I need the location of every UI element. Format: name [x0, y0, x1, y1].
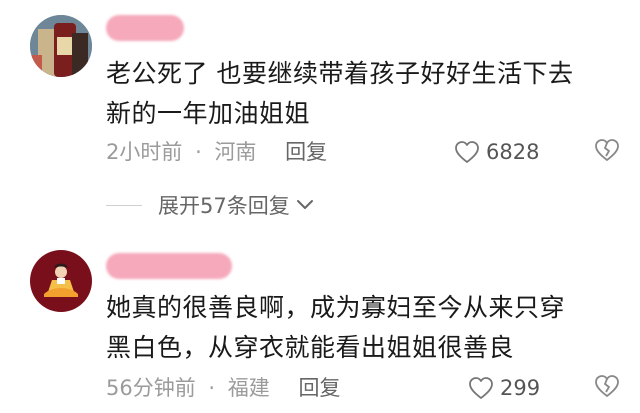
broken-heart-icon: [595, 375, 619, 397]
reply-button[interactable]: 回复: [285, 140, 327, 164]
dislike-button[interactable]: [594, 374, 620, 403]
like-button[interactable]: 299: [468, 372, 540, 404]
username-redacted[interactable]: [106, 15, 184, 41]
chevron-down-icon: [296, 200, 313, 209]
expand-replies-button[interactable]: 展开57条回复: [106, 188, 314, 222]
comment-time: 2小时前: [106, 140, 183, 164]
username-redacted[interactable]: [106, 253, 232, 279]
meta-separator: ·: [208, 376, 216, 400]
comment-time: 56分钟前: [106, 376, 196, 400]
comment-line: 老公死了 也要继续带着孩子好好生活下去: [106, 59, 574, 88]
comment-list: 老公死了 也要继续带着孩子好好生活下去 新的一年加油姐姐 2小时前 · 河南 回…: [0, 0, 640, 413]
meta-separator: ·: [195, 140, 202, 164]
avatar[interactable]: [30, 250, 92, 312]
dislike-button[interactable]: [594, 138, 620, 167]
like-button[interactable]: 6828: [454, 136, 539, 168]
like-count: 6828: [486, 140, 540, 164]
comment-location: 福建: [227, 376, 270, 400]
expand-replies-label: 展开57条回复: [158, 194, 290, 218]
comment-line: 她真的很善良啊，成为寡妇至今从来只穿: [106, 293, 566, 322]
divider-line: [106, 204, 142, 206]
avatar[interactable]: [30, 15, 92, 77]
comment-meta: 2小时前 · 河南 回复 6828: [106, 136, 620, 168]
heart-outline-icon: [455, 141, 479, 163]
heart-outline-icon: [469, 377, 493, 399]
reply-button[interactable]: 回复: [298, 376, 340, 400]
comment-meta: 56分钟前 · 福建 回复 299: [106, 372, 620, 404]
comment-text: 她真的很善良啊，成为寡妇至今从来只穿 黑白色，从穿衣就能看出姐姐很善良: [106, 288, 626, 368]
broken-heart-icon: [595, 139, 619, 161]
like-count: 299: [500, 376, 541, 400]
comment-line: 新的一年加油姐姐: [106, 99, 311, 128]
comment-line: 黑白色，从穿衣就能看出姐姐很善良: [106, 333, 515, 362]
comment-text: 老公死了 也要继续带着孩子好好生活下去 新的一年加油姐姐: [106, 54, 626, 134]
comment-location: 河南: [214, 140, 257, 164]
